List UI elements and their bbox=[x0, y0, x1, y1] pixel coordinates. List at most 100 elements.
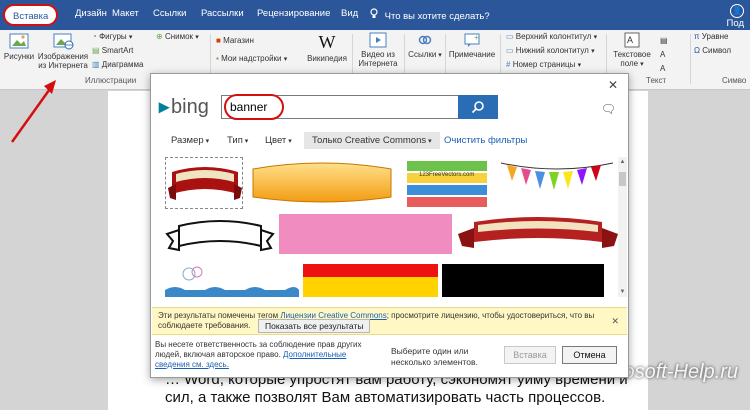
license-notice: Эти результаты помечены тегом Лицензии C… bbox=[152, 307, 627, 335]
screenshot-button[interactable]: ⊕ Снимок bbox=[156, 32, 199, 41]
result-thumbnail[interactable] bbox=[456, 212, 620, 260]
lightbulb-icon bbox=[370, 8, 378, 22]
shapes-icon: ◔ bbox=[92, 32, 97, 41]
result-thumbnail[interactable] bbox=[279, 214, 452, 254]
cancel-button[interactable]: Отмена bbox=[562, 346, 617, 364]
tab-references[interactable]: Ссылки bbox=[153, 8, 186, 19]
results-scrollbar[interactable]: ▲ ▼ bbox=[618, 157, 627, 297]
shapes-label: Фигуры bbox=[99, 32, 127, 41]
online-pictures-label-2: из Интернета bbox=[38, 61, 88, 70]
smartart-button[interactable]: ▤ SmartArt bbox=[92, 46, 133, 55]
picture-icon bbox=[9, 33, 29, 49]
group-symbols-label: Симво bbox=[722, 76, 747, 85]
pictures-button[interactable]: Рисунки bbox=[2, 32, 36, 61]
clear-filters-link[interactable]: Очистить фильтры bbox=[444, 135, 527, 146]
filter-type[interactable]: Тип bbox=[227, 135, 248, 146]
smartart-label: SmartArt bbox=[101, 46, 134, 55]
chart-icon: ▥ bbox=[92, 60, 100, 69]
drop-cap-icon[interactable]: A bbox=[660, 64, 665, 73]
page-number-label: Номер страницы bbox=[512, 60, 576, 69]
ribbon-tab-bar: Вставка Дизайн Макет Ссылки Рассылки Рец… bbox=[0, 0, 750, 30]
image-results-grid: 123FreeVectors.com bbox=[165, 157, 620, 297]
select-hint: Выберите один или несколько элементов. bbox=[391, 346, 478, 367]
wordart-icon[interactable]: A bbox=[660, 50, 665, 59]
close-icon[interactable]: ✕ bbox=[608, 78, 618, 92]
link-icon bbox=[418, 35, 432, 45]
video-label-2: Интернета bbox=[358, 59, 398, 68]
result-thumbnail[interactable] bbox=[165, 157, 243, 209]
my-addins-button[interactable]: ▪ Мои надстройки bbox=[216, 54, 287, 63]
search-button[interactable] bbox=[458, 95, 498, 119]
tab-design[interactable]: Дизайн bbox=[75, 8, 107, 19]
svg-text:+: + bbox=[474, 33, 479, 42]
store-button[interactable]: ■ Магазин bbox=[216, 36, 254, 45]
responsibility-note: Вы несете ответственность за соблюдение … bbox=[155, 340, 375, 370]
tab-layout[interactable]: Макет bbox=[112, 8, 139, 19]
comment-label: Примечание bbox=[448, 50, 496, 59]
footer-label: Нижний колонтитул bbox=[515, 46, 589, 55]
tab-review[interactable]: Рецензирование bbox=[257, 8, 330, 19]
omega-icon: Ω bbox=[694, 46, 700, 55]
shapes-button[interactable]: ◔ Фигуры bbox=[92, 32, 132, 41]
pictures-label: Рисунки bbox=[3, 52, 35, 61]
result-thumbnail[interactable] bbox=[303, 264, 438, 297]
online-pictures-button[interactable]: Изображения из Интернета bbox=[36, 32, 90, 70]
filter-color[interactable]: Цвет bbox=[265, 135, 292, 146]
tab-mailings[interactable]: Рассылки bbox=[201, 8, 244, 19]
equation-button[interactable]: π Уравне bbox=[694, 32, 729, 41]
scroll-down-icon[interactable]: ▼ bbox=[618, 289, 627, 295]
page-number-button[interactable]: # Номер страницы bbox=[506, 60, 581, 69]
filter-creative-commons[interactable]: Только Creative Commons bbox=[304, 132, 440, 149]
header-icon: ▭ bbox=[506, 32, 514, 41]
scroll-thumb[interactable] bbox=[619, 172, 626, 186]
result-thumbnail[interactable] bbox=[442, 264, 604, 297]
result-thumbnail[interactable] bbox=[165, 264, 299, 297]
header-button[interactable]: ▭ Верхний колонтитул bbox=[506, 32, 597, 41]
quick-parts-icon[interactable]: ▤ bbox=[660, 36, 668, 45]
symbol-button[interactable]: Ω Символ bbox=[694, 46, 731, 55]
result-thumbnail[interactable] bbox=[247, 157, 397, 209]
online-video-button[interactable]: Видео из Интернета bbox=[356, 32, 400, 68]
tab-view[interactable]: Вид bbox=[341, 8, 358, 19]
page-number-icon: # bbox=[506, 60, 511, 69]
chart-label: Диаграмма bbox=[101, 60, 144, 69]
show-all-results-button[interactable]: Показать все результаты bbox=[258, 319, 371, 333]
store-label: Магазин bbox=[223, 36, 254, 45]
symbol-label: Символ bbox=[702, 46, 732, 55]
screenshot-label: Снимок bbox=[164, 32, 194, 41]
thumbnail-site-label: 123FreeVectors.com bbox=[419, 172, 475, 178]
comment-button[interactable]: + Примечание bbox=[446, 32, 498, 59]
result-thumbnail[interactable]: 123FreeVectors.com bbox=[401, 157, 493, 209]
tell-me-box[interactable]: Что вы хотите сделать? bbox=[370, 8, 494, 22]
filter-size[interactable]: Размер bbox=[171, 135, 209, 146]
feedback-icon[interactable]: 🗨 bbox=[601, 102, 616, 116]
group-text-label: Текст bbox=[646, 76, 667, 85]
links-button[interactable]: Ссылки bbox=[407, 32, 443, 60]
online-pictures-label-1: Изображения bbox=[37, 52, 89, 61]
text-box-label-1: Текстовое bbox=[613, 50, 651, 59]
wikipedia-icon: W bbox=[318, 32, 336, 52]
group-illustrations-label: Иллюстрации bbox=[85, 76, 137, 85]
tab-insert[interactable]: Вставка bbox=[3, 4, 59, 26]
chart-button[interactable]: ▥ Диаграмма bbox=[92, 60, 143, 69]
ribbon-separator bbox=[690, 34, 691, 84]
wikipedia-label: Википедия bbox=[307, 54, 347, 63]
close-notice-icon[interactable]: ✕ bbox=[611, 316, 619, 326]
scroll-up-icon[interactable]: ▲ bbox=[618, 159, 627, 165]
header-label: Верхний колонтитул bbox=[515, 32, 592, 41]
wikipedia-button[interactable]: W Википедия bbox=[306, 32, 348, 63]
text-box-button[interactable]: A Текстовое поле bbox=[609, 32, 655, 69]
text-box-label-2: поле bbox=[620, 59, 643, 68]
share-area[interactable]: 👤 Под bbox=[704, 4, 744, 29]
pi-icon: π bbox=[694, 32, 700, 41]
video-label-1: Видео из bbox=[361, 50, 395, 59]
insert-button[interactable]: Вставка bbox=[504, 346, 556, 364]
result-thumbnail[interactable] bbox=[165, 212, 275, 260]
online-picture-icon bbox=[53, 33, 74, 50]
document-text-line-2[interactable]: сил, а также позволят Вам автоматизирова… bbox=[165, 389, 605, 406]
footer-button[interactable]: ▭ Нижний колонтитул bbox=[506, 46, 595, 55]
my-addins-label: Мои надстройки bbox=[221, 54, 282, 63]
tell-me-text: Что вы хотите сделать? bbox=[384, 11, 490, 22]
result-thumbnail[interactable] bbox=[497, 157, 617, 209]
search-input[interactable] bbox=[221, 95, 459, 119]
